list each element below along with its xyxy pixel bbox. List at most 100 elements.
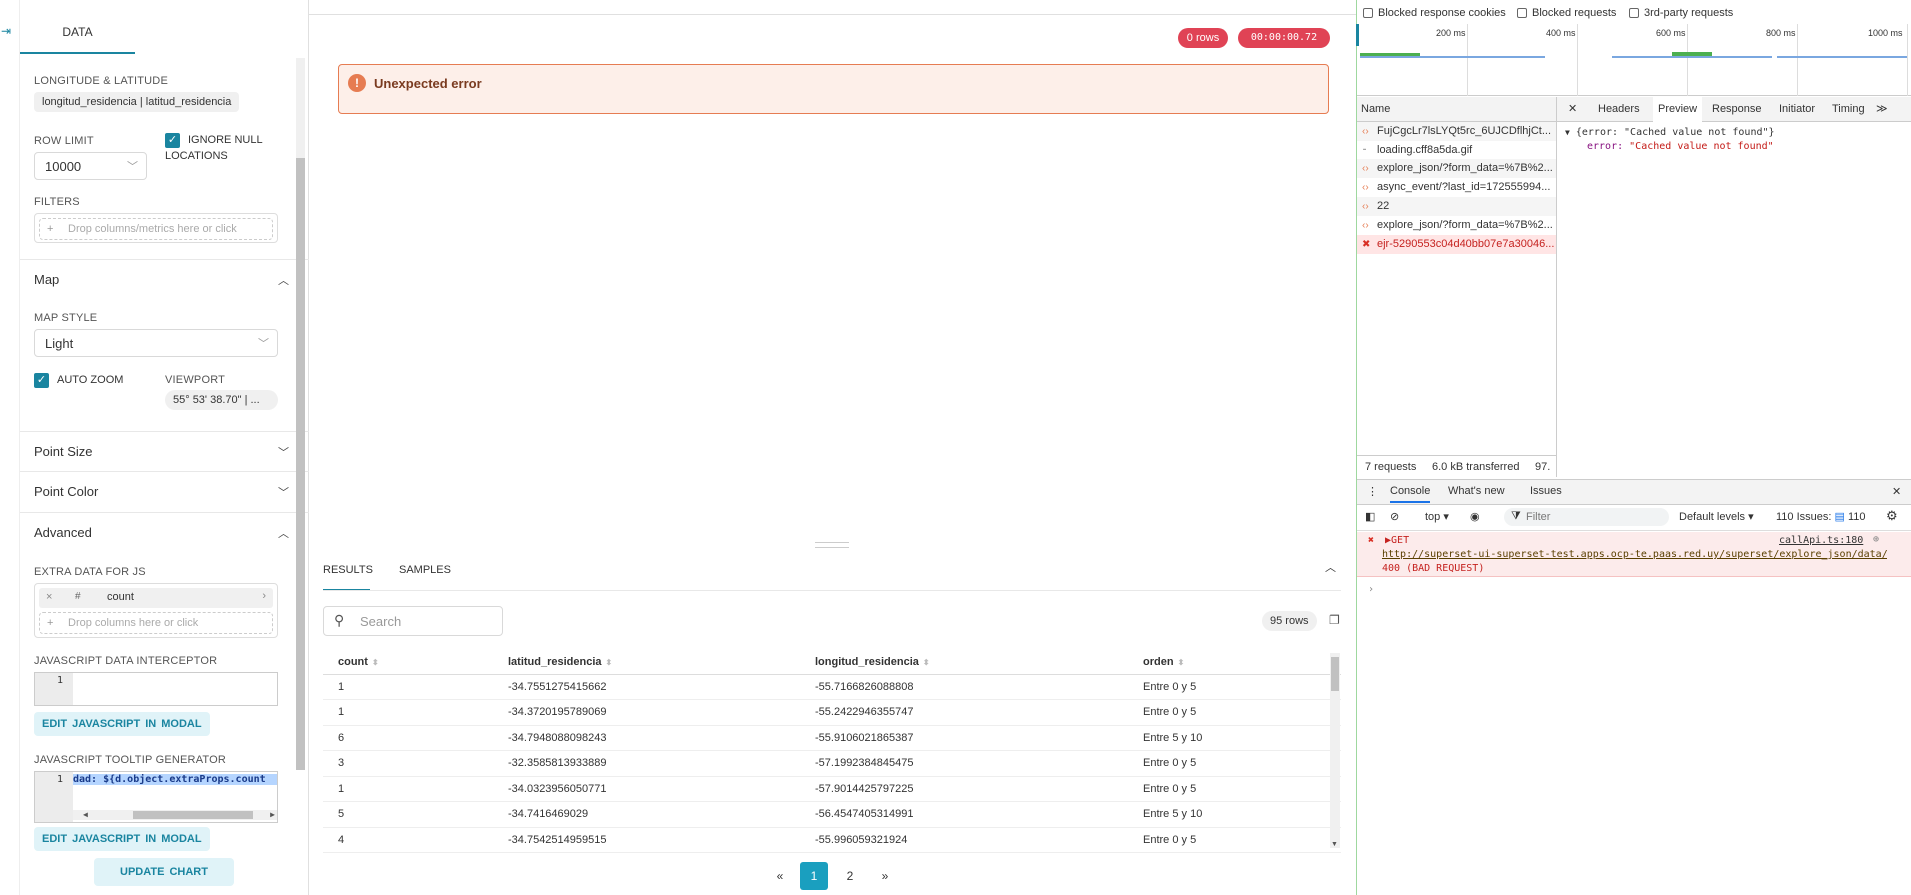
request-row[interactable]: ‹› explore_json/?form_data=%7B%2...	[1357, 216, 1556, 235]
map-style-label: MAP STYLE	[34, 312, 98, 324]
request-row[interactable]: ‹› FujCgcLr7lsLYQt5rc_6UJCDflhjCt...	[1357, 122, 1556, 141]
sidebar-toggle-icon[interactable]: ◧	[1365, 510, 1375, 523]
error-icon: !	[348, 74, 366, 92]
settings-gear-icon[interactable]: ⚙	[1886, 508, 1898, 524]
extra-data-item[interactable]: × # count ›	[39, 588, 273, 608]
status-transferred: 6.0 kB transferred	[1432, 461, 1520, 473]
control-panel-scrollbar[interactable]	[296, 58, 305, 770]
error-icon: ✖	[1368, 535, 1375, 546]
line-number: 1	[35, 673, 73, 705]
issues-count[interactable]: 110 Issues: ▤ 110	[1776, 510, 1866, 523]
scrollbar[interactable]: ◀ ▶	[73, 810, 277, 820]
tab-samples[interactable]: SAMPLES	[399, 564, 451, 576]
context-select[interactable]: top ▾	[1425, 510, 1449, 523]
line-number: 1	[35, 772, 73, 822]
table-scrollbar[interactable]: ▼	[1330, 653, 1340, 848]
column-header[interactable]: longitud_residencia ⬍	[800, 650, 1128, 675]
js-interceptor-editor[interactable]: 1	[34, 672, 278, 706]
tab-initiator[interactable]: Initiator	[1779, 96, 1815, 122]
expand-icon[interactable]: ⇥	[1, 24, 11, 38]
table-row: 3 -32.3585813933889 -57.1992384845475 Entre…	[323, 750, 1341, 777]
ignore-null-label-1: IGNORE NULL	[188, 134, 263, 146]
status-more: 97.	[1535, 461, 1551, 473]
status-requests: 7 requests	[1365, 461, 1417, 473]
drawer-menu-icon[interactable]: ⋮	[1367, 485, 1378, 498]
extra-data-label: EXTRA DATA FOR JS	[34, 566, 146, 578]
tab-data[interactable]: DATA	[20, 17, 135, 54]
close-icon[interactable]: ×	[46, 591, 52, 603]
map-style-select[interactable]: Light ﹀	[34, 329, 278, 357]
lonlat-label: LONGITUDE & LATITUDE	[34, 75, 168, 87]
console-url[interactable]: http://superset-ui-superset-test.apps.oc…	[1382, 549, 1887, 560]
close-drawer-icon[interactable]: ✕	[1892, 485, 1901, 498]
request-row-error[interactable]: ✖ ejr-5290553c04d40bb07e7a30046...	[1357, 235, 1556, 254]
page-next[interactable]: »	[871, 862, 899, 890]
viewport-button[interactable]: 55° 53' 38.70" | ...	[165, 390, 278, 410]
page-1[interactable]: 1	[800, 862, 828, 890]
tab-preview[interactable]: Preview	[1653, 96, 1703, 122]
console-prompt-icon[interactable]: ›	[1368, 584, 1374, 595]
tab-results[interactable]: RESULTS	[323, 564, 373, 576]
column-header[interactable]: count ⬍	[323, 650, 493, 675]
levels-select[interactable]: Default levels ▾	[1679, 510, 1754, 523]
eye-icon[interactable]: ◉	[1470, 510, 1480, 523]
tab-console[interactable]: Console	[1390, 485, 1431, 503]
tab-issues[interactable]: Issues	[1530, 485, 1562, 497]
console-method[interactable]: ▶GET	[1385, 535, 1409, 546]
request-row[interactable]: ‹› 22	[1357, 197, 1556, 216]
tab-whats-new[interactable]: What's new	[1448, 485, 1505, 497]
network-timeline[interactable]: 200 ms 400 ms 600 ms 800 ms 1000 ms	[1357, 24, 1911, 96]
filters-label: FILTERS	[34, 196, 80, 208]
chevron-up-icon: ︿	[278, 528, 289, 540]
tab-response[interactable]: Response	[1712, 96, 1762, 122]
chevron-up-icon[interactable]: ︿	[1325, 559, 1336, 575]
js-tooltip-label: JAVASCRIPT TOOLTIP GENERATOR	[34, 754, 227, 766]
chevron-down-icon: ﹀	[258, 338, 269, 350]
tab-timing[interactable]: Timing	[1832, 96, 1865, 122]
extra-data-dropzone[interactable]: + Drop columns here or click	[39, 612, 273, 634]
section-map[interactable]: Map ︿	[20, 259, 309, 299]
column-header[interactable]: orden ⬍	[1128, 650, 1341, 675]
section-point-color[interactable]: Point Color ﹀	[20, 471, 309, 511]
lonlat-select[interactable]: longitud_residencia | latitud_residencia	[34, 92, 240, 112]
chevron-down-icon: ﹀	[127, 161, 138, 173]
map-style-value: Light	[45, 336, 74, 351]
filter-blocked-cookies[interactable]: Blocked response cookies	[1363, 7, 1506, 19]
close-icon[interactable]: ✕	[1568, 96, 1577, 122]
edit-js-modal-button[interactable]: EDIT JAVASCRIPT IN MODAL	[34, 712, 210, 736]
auto-zoom-checkbox[interactable]: ✓	[34, 373, 49, 388]
update-chart-button[interactable]: UPDATE CHART	[94, 858, 234, 886]
clear-console-icon[interactable]: ⊘	[1390, 510, 1399, 523]
js-tooltip-editor[interactable]: 1 dad: ${d.object.extraProps.count ◀ ▶	[34, 771, 278, 823]
more-tabs-icon[interactable]: ≫	[1876, 96, 1888, 122]
section-point-size[interactable]: Point Size ﹀	[20, 431, 309, 471]
edit-js-modal-button-2[interactable]: EDIT JAVASCRIPT IN MODAL	[34, 827, 210, 851]
request-row[interactable]: ⁃ loading.cff8a5da.gif	[1357, 141, 1556, 160]
filter-3rd-party[interactable]: 3rd-party requests	[1629, 7, 1733, 19]
tooltip-code: dad: ${d.object.extraProps.count	[73, 774, 277, 785]
copy-icon[interactable]: ❐	[1329, 613, 1340, 627]
filter-blocked-requests[interactable]: Blocked requests	[1517, 7, 1616, 19]
request-row[interactable]: ‹› async_event/?last_id=172555994...	[1357, 178, 1556, 197]
column-header[interactable]: latitud_residencia ⬍	[493, 650, 800, 675]
section-advanced[interactable]: Advanced ︿	[20, 512, 309, 552]
preview-property: error: "Cached value not found"	[1587, 141, 1774, 152]
page-2[interactable]: 2	[836, 862, 864, 890]
tab-headers[interactable]: Headers	[1598, 96, 1640, 122]
extra-data-placeholder: Drop columns here or click	[68, 617, 199, 629]
console-status: 400 (BAD REQUEST)	[1382, 563, 1485, 574]
console-source-link[interactable]: callApi.ts:180	[1779, 535, 1863, 546]
js-interceptor-label: JAVASCRIPT DATA INTERCEPTOR	[34, 655, 218, 667]
row-limit-value: 10000	[45, 159, 82, 174]
row-limit-select[interactable]: 10000 ﹀	[34, 152, 147, 180]
filter-placeholder: Filter	[1526, 511, 1551, 523]
filters-dropzone[interactable]: + Drop columns/metrics here or click	[39, 218, 273, 240]
name-column-header[interactable]: Name	[1361, 103, 1390, 115]
resize-handle[interactable]	[815, 542, 849, 548]
page-prev[interactable]: «	[766, 862, 794, 890]
console-filter-input[interactable]: ⧩ Filter	[1504, 508, 1669, 526]
search-input[interactable]: ⚲ Search	[323, 606, 503, 636]
ignore-null-checkbox[interactable]: ✓	[165, 133, 180, 148]
preview-object[interactable]: ▼ {error: "Cached value not found"}	[1565, 127, 1775, 138]
request-row[interactable]: ‹› explore_json/?form_data=%7B%2...	[1357, 159, 1556, 178]
